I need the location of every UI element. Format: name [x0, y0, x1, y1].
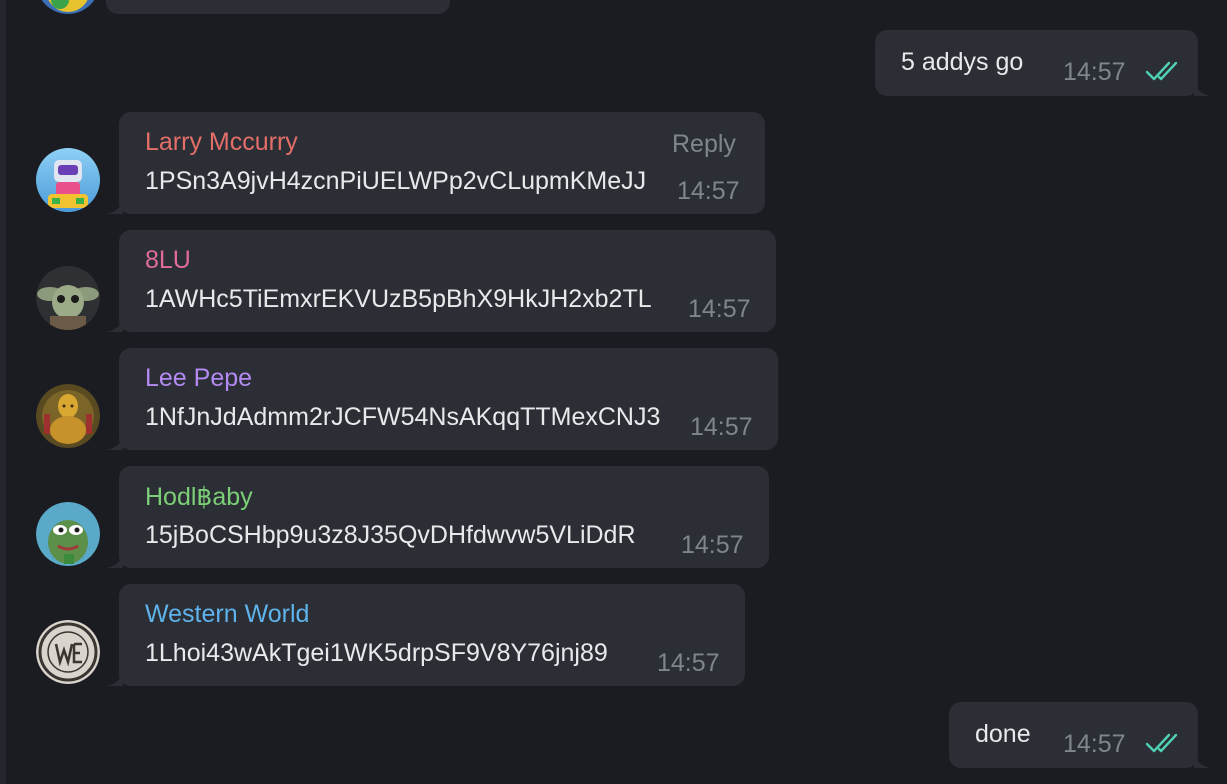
message-text: 15jBoCSHbp9u3z8J35QvDHfdwvw5VLiDdR — [145, 521, 636, 549]
left-edge-strip — [0, 0, 6, 784]
outgoing-message-bubble[interactable]: 5 addys go 14:57 — [875, 30, 1198, 96]
previous-sender-avatar[interactable] — [36, 0, 100, 14]
message-time: 14:57 — [1063, 58, 1126, 86]
message-text: 1NfJnJdAdmm2rJCFW54NsAKqqTTMexCNJ3 — [145, 403, 661, 431]
incoming-message-bubble[interactable]: Hodl฿aby 15jBoCSHbp9u3z8J35QvDHfdwvw5VLi… — [119, 466, 769, 568]
double-check-icon — [1145, 61, 1178, 81]
incoming-message-bubble[interactable]: Western World 1Lhoi43wAkTgei1WK5drpSF9V8… — [119, 584, 745, 686]
sender-name[interactable]: Lee Pepe — [145, 364, 252, 393]
incoming-message-bubble[interactable]: Larry Mccurry Reply 1PSn3A9jvH4zcnPiUELW… — [119, 112, 765, 214]
reply-button[interactable]: Reply — [672, 130, 736, 159]
robot-avatar-icon[interactable] — [36, 148, 100, 212]
message-time: 14:57 — [688, 295, 751, 323]
message-time: 14:57 — [1063, 730, 1126, 758]
sender-name[interactable]: Larry Mccurry — [145, 128, 298, 157]
message-text: done — [975, 720, 1031, 748]
golden-statue-avatar-icon[interactable] — [36, 384, 100, 448]
message-text: 1AWHc5TiEmxrEKVUzB5pBhX9HkJH2xb2TL — [145, 285, 652, 313]
message-text: 1PSn3A9jvH4zcnPiUELWPp2vCLupmKMeJJ — [145, 167, 647, 195]
outgoing-message-bubble[interactable]: done 14:57 — [949, 702, 1198, 768]
message-text: 1Lhoi43wAkTgei1WK5drpSF9V8Y76jnj89 — [145, 639, 608, 667]
western-world-logo-avatar-icon[interactable] — [36, 620, 100, 684]
message-time: 14:57 — [657, 649, 720, 677]
double-check-icon — [1145, 733, 1178, 753]
baby-yoda-avatar-icon[interactable] — [36, 266, 100, 330]
message-time: 14:57 — [690, 413, 753, 441]
message-time: 14:57 — [681, 531, 744, 559]
incoming-message-bubble[interactable]: Lee Pepe 1NfJnJdAdmm2rJCFW54NsAKqqTTMexC… — [119, 348, 778, 450]
sender-name[interactable]: 8LU — [145, 246, 191, 275]
pepe-avatar-icon[interactable] — [36, 502, 100, 566]
sender-name[interactable]: Hodl฿aby — [145, 482, 253, 512]
sender-name[interactable]: Western World — [145, 600, 309, 629]
previous-message-bubble[interactable] — [106, 0, 450, 14]
chat-view[interactable]: 5 addys go 14:57 Larry Mccurry Reply 1PS… — [0, 0, 1227, 784]
incoming-message-bubble[interactable]: 8LU 1AWHc5TiEmxrEKVUzB5pBhX9HkJH2xb2TL 1… — [119, 230, 776, 332]
message-time: 14:57 — [677, 177, 740, 205]
message-text: 5 addys go — [901, 48, 1024, 76]
